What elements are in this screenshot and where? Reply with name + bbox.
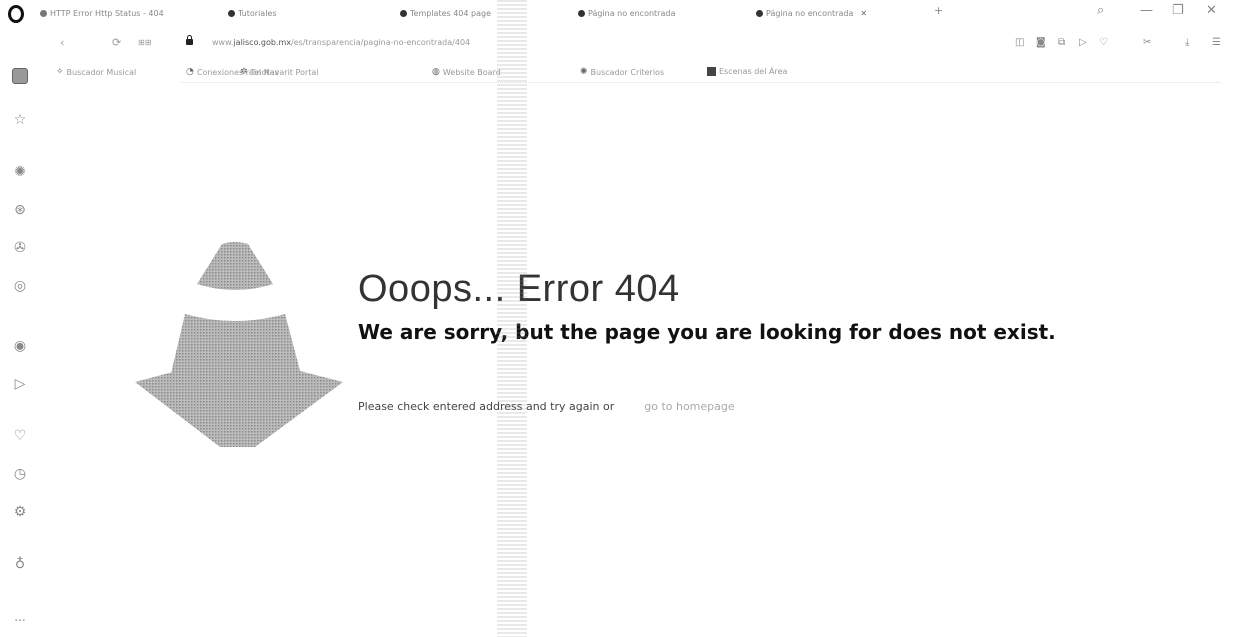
reload-icon[interactable]: ⟳ xyxy=(112,36,121,49)
address-bar: ‹ ⟳ ⊞⊞ www.jalisco.gob.mx/es/transparenc… xyxy=(0,32,1241,54)
tab-favicon-icon xyxy=(400,9,407,17)
url-field[interactable]: www.jalisco.gob.mx/es/transparencia/pagi… xyxy=(212,38,470,47)
bookmark-item[interactable]: ◍ Website Board xyxy=(432,67,501,77)
instagram-icon[interactable]: ◎ xyxy=(11,278,29,294)
snapshot-icon[interactable]: ✂ xyxy=(1143,37,1151,48)
bookmark-item[interactable]: ✲ Tel Navarit Portal xyxy=(240,67,318,77)
tab-2[interactable]: Tutoriales xyxy=(228,6,277,20)
tab-favicon-icon xyxy=(578,9,585,17)
tab-favicon-icon xyxy=(40,9,47,17)
tab-label: Página no encontrada xyxy=(766,8,854,18)
settings-icon[interactable]: ⚙ xyxy=(11,504,29,520)
bookmark-favicon-icon: ✲ xyxy=(240,67,248,77)
url-prefix: www. xyxy=(212,38,234,47)
star-icon[interactable]: ☆ xyxy=(11,112,29,128)
lock-icon xyxy=(186,35,193,45)
more-icon[interactable]: ... xyxy=(11,610,29,624)
bookmark-favicon-icon xyxy=(707,67,716,76)
whatsapp-icon[interactable]: ⊛ xyxy=(11,202,29,218)
bookmark-label: Buscador Criterios xyxy=(590,67,665,77)
tab-label: Templates 404 page xyxy=(410,8,492,18)
send-icon[interactable]: ▷ xyxy=(1079,37,1087,48)
cone-top xyxy=(197,242,273,290)
adblock-icon[interactable]: ◙ xyxy=(1036,37,1046,48)
bookmark-label: Buscador Musical xyxy=(66,67,137,77)
tab-favicon-icon xyxy=(756,9,763,17)
speed-dial-icon[interactable]: ⊞⊞ xyxy=(138,38,151,47)
search-tabs-icon[interactable]: ⌕ xyxy=(1097,3,1104,18)
traffic-cone-icon xyxy=(135,242,343,447)
back-arrow-icon[interactable]: ‹ xyxy=(60,36,64,49)
homepage-link[interactable]: go to homepage xyxy=(644,400,734,413)
bookmark-item[interactable]: ✧ Buscador Musical xyxy=(56,67,136,77)
opera-logo-icon[interactable] xyxy=(8,5,24,23)
sidebar: ☆ ✺ ⊛ ✇ ◎ ◉ ▷ ♡ ◷ ⚙ ♁ ... xyxy=(0,62,40,637)
tab-label: Página no encontrada xyxy=(588,8,676,18)
tips-icon[interactable]: ♁ xyxy=(11,556,29,572)
new-tab-icon[interactable]: + xyxy=(934,4,943,17)
heart-icon[interactable]: ♡ xyxy=(11,428,29,444)
error-message-line: Please check entered address and try aga… xyxy=(358,400,735,413)
bookmark-favicon-icon: ✺ xyxy=(580,67,588,77)
ai-icon[interactable]: ✺ xyxy=(11,164,29,180)
bookmark-item[interactable]: Escenas del Área xyxy=(707,67,787,76)
bookmark-favicon-icon: ◔ xyxy=(186,67,194,77)
maximize-icon[interactable]: ❐ xyxy=(1172,3,1184,18)
flow-icon[interactable]: ▷ xyxy=(11,376,29,392)
tab-3[interactable]: Templates 404 page xyxy=(400,6,491,20)
bookmark-favicon-icon: ◍ xyxy=(432,67,440,77)
tab-5-active[interactable]: Página no encontrada ✕ xyxy=(756,6,867,20)
camera-icon[interactable]: ◫ xyxy=(1015,37,1024,48)
tab-label: HTTP Error Http Status - 404 xyxy=(50,8,164,18)
bookmark-item[interactable]: ✺ Buscador Criterios xyxy=(580,67,664,77)
url-domain: jalisco.gob.mx xyxy=(233,38,291,47)
tab-label: Tutoriales xyxy=(238,8,277,18)
tab-bar: HTTP Error Http Status - 404 Tutoriales … xyxy=(0,0,1241,26)
error-title: Ooops... Error 404 xyxy=(358,268,680,310)
minimize-icon[interactable]: — xyxy=(1140,3,1153,18)
tab-1[interactable]: HTTP Error Http Status - 404 xyxy=(40,6,164,20)
bookmark-favicon-icon: ✧ xyxy=(56,67,64,77)
player-icon[interactable]: ◉ xyxy=(11,338,29,354)
scan-artifact xyxy=(497,0,527,637)
workspace-icon[interactable] xyxy=(12,68,28,84)
error-subtitle: We are sorry, but the page you are looki… xyxy=(358,320,1056,344)
bookmark-label: Website Board xyxy=(442,67,501,77)
messenger-icon[interactable]: ✇ xyxy=(11,240,29,256)
bookmark-label: Escenas del Área xyxy=(719,67,788,76)
history-icon[interactable]: ◷ xyxy=(11,466,29,482)
bookmark-label: Tel Navarit Portal xyxy=(250,67,319,77)
url-path: /es/transparencia/pagina-no-encontrada/4… xyxy=(291,38,471,47)
bookmarks-bar: ✧ Buscador Musical ◔ Conexiones remotas … xyxy=(0,62,1241,84)
close-window-icon[interactable]: ✕ xyxy=(1206,3,1217,18)
download-icon[interactable]: ⤓ xyxy=(1185,37,1189,48)
heart-icon[interactable]: ♡ xyxy=(1099,37,1108,48)
close-tab-icon[interactable]: ✕ xyxy=(860,9,867,18)
extensions-icon[interactable]: ⧉ xyxy=(1058,37,1065,48)
tab-favicon-icon xyxy=(228,9,235,17)
easy-setup-icon[interactable]: ☰ xyxy=(1212,37,1221,48)
error-message: Please check entered address and try aga… xyxy=(358,400,615,413)
divider xyxy=(180,82,1221,83)
tab-4[interactable]: Página no encontrada xyxy=(578,6,675,20)
